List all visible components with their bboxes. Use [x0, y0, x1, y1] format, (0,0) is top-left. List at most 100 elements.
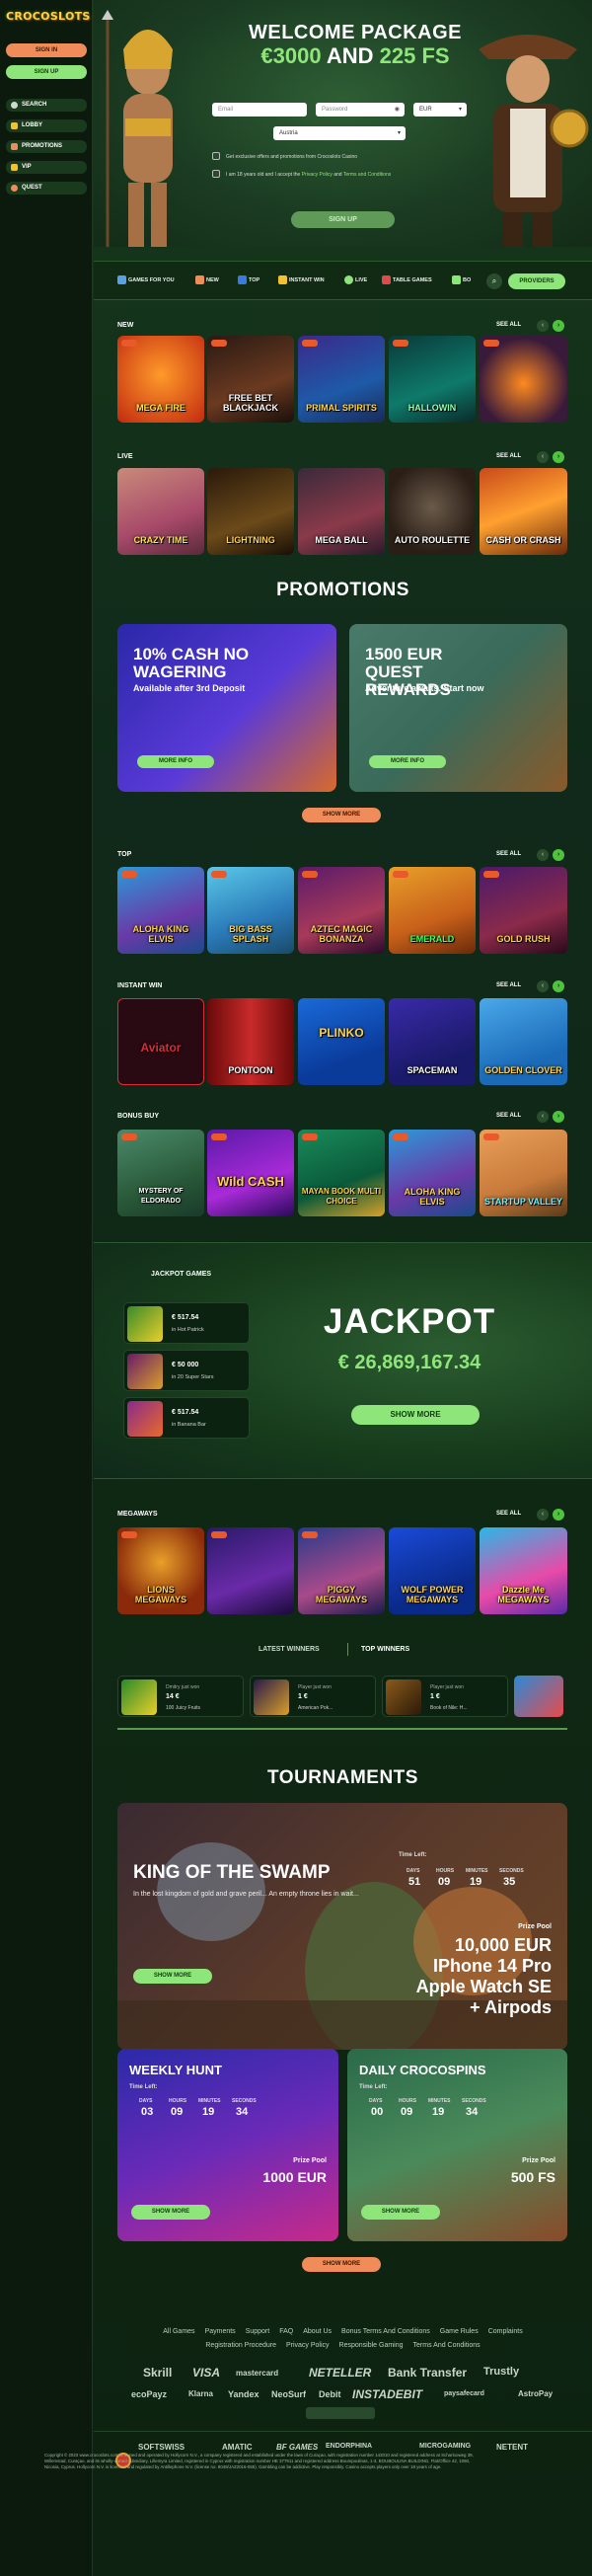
game-tile-pontoon[interactable]: PONTOON	[207, 998, 294, 1085]
game-tile-aloha-king-elvis[interactable]: ALOHA KING ELVIS	[117, 867, 204, 954]
sign-in-button[interactable]: SIGN IN	[6, 43, 87, 57]
chevron-left-icon[interactable]: ‹	[537, 849, 549, 861]
winner-card[interactable]: Player just won 1 € American Pok...	[250, 1676, 376, 1717]
tournament-show-more-button[interactable]: SHOW MORE	[361, 2205, 440, 2220]
game-tile-crazy-time[interactable]: CRAZY TIME	[117, 468, 204, 555]
game-tile-pumpkin[interactable]	[480, 336, 567, 423]
sign-up-button[interactable]: SIGN UP	[6, 65, 87, 79]
winner-card[interactable]: Dmitry just won 14 € 100 Juicy Fruits	[117, 1676, 244, 1717]
category-games-for-you[interactable]: GAMES FOR YOU	[117, 275, 175, 284]
terms-link[interactable]: Terms and Conditions	[343, 172, 391, 178]
see-all-link[interactable]: SEE ALL	[496, 1511, 521, 1517]
game-tile-dazzle-me-megaways[interactable]: Dazzle Me MEGAWAYS	[480, 1527, 567, 1614]
tournament-show-more-button[interactable]: SHOW MORE	[133, 1969, 212, 1984]
footer-link[interactable]: Responsible Gaming	[339, 2342, 404, 2349]
email-field[interactable]: Email	[212, 103, 307, 117]
winner-card[interactable]: Player just won 1 € Book of Nile: H...	[382, 1676, 508, 1717]
jackpot-game-item[interactable]: € 517.54 in Banana Bar	[123, 1397, 250, 1439]
game-tile-cash-or-crash[interactable]: CASH OR CRASH	[480, 468, 567, 555]
game-tile-free-bet-blackjack[interactable]: FREE BET BLACKJACK	[207, 336, 294, 423]
hero-sign-up-button[interactable]: SIGN UP	[291, 211, 395, 228]
game-tile-emerald[interactable]: EMERALD	[389, 867, 476, 954]
game-tile-primal-spirits[interactable]: PRIMAL SPIRITS	[298, 336, 385, 423]
game-tile-spaceman[interactable]: SPACEMAN	[389, 998, 476, 1085]
game-tile-startup-valley[interactable]: STARTUP VALLEY	[480, 1130, 567, 1216]
chevron-left-icon[interactable]: ‹	[537, 1111, 549, 1123]
game-tile-hallowin[interactable]: HALLOWIN	[389, 336, 476, 423]
footer-link[interactable]: Bonus Terms And Conditions	[341, 2328, 430, 2335]
game-tile-big-bass-splash[interactable]: BIG BASS SPLASH	[207, 867, 294, 954]
game-tile-mega-ball[interactable]: MEGA BALL	[298, 468, 385, 555]
password-field[interactable]: Password ◉	[316, 103, 405, 117]
category-new[interactable]: NEW	[195, 275, 219, 284]
chevron-left-icon[interactable]: ‹	[537, 451, 549, 463]
jackpot-show-more-button[interactable]: SHOW MORE	[351, 1405, 480, 1425]
see-all-link[interactable]: SEE ALL	[496, 982, 521, 988]
footer-link[interactable]: Registration Procedure	[205, 2342, 276, 2349]
footer-link[interactable]: Complaints	[488, 2328, 523, 2335]
country-select[interactable]: Austria ▾	[273, 126, 406, 140]
category-table-games[interactable]: TABLE GAMES	[382, 275, 432, 284]
see-all-link[interactable]: SEE ALL	[496, 851, 521, 857]
game-tile-aloha-king-elvis-bonus[interactable]: ALOHA KING ELVIS	[389, 1130, 476, 1216]
see-all-link[interactable]: SEE ALL	[496, 453, 521, 459]
chevron-right-icon[interactable]: ›	[553, 1111, 564, 1123]
site-logo[interactable]: CROCOSLOTS	[6, 10, 90, 28]
tab-top-winners[interactable]: TOP WINNERS	[361, 1646, 409, 1653]
tournament-show-more-button[interactable]: SHOW MORE	[131, 2205, 210, 2220]
game-tile-lions-megaways[interactable]: LIONS MEGAWAYS	[117, 1527, 204, 1614]
footer-link[interactable]: About Us	[303, 2328, 332, 2335]
category-live[interactable]: LIVE	[344, 275, 367, 284]
chevron-right-icon[interactable]: ›	[553, 320, 564, 332]
game-tile-lightning[interactable]: LIGHTNING	[207, 468, 294, 555]
see-all-link[interactable]: SEE ALL	[496, 322, 521, 328]
game-tile-golden-clover[interactable]: GOLDEN CLOVER	[480, 998, 567, 1085]
footer-link[interactable]: Terms And Conditions	[413, 2342, 481, 2349]
category-top[interactable]: TOP	[238, 275, 259, 284]
game-tile-mystery-of-eldorado[interactable]: MYSTERY OF ELDORADO	[117, 1130, 204, 1216]
category-bonus[interactable]: BO	[452, 275, 471, 284]
providers-button[interactable]: PROVIDERS	[508, 273, 565, 289]
footer-link[interactable]: Game Rules	[440, 2328, 479, 2335]
sidebar-item-promotions[interactable]: PROMOTIONS	[6, 140, 87, 153]
sidebar-item-vip[interactable]: VIP	[6, 161, 87, 174]
tournaments-show-more-button[interactable]: SHOW MORE	[302, 2257, 381, 2272]
game-tile-piggy-megaways[interactable]: PIGGY MEGAWAYS	[298, 1527, 385, 1614]
chevron-right-icon[interactable]: ›	[553, 451, 564, 463]
search-button[interactable]: ⌕	[486, 273, 502, 289]
sidebar-item-lobby[interactable]: LOBBY	[6, 119, 87, 132]
game-tile-gold-rush[interactable]: GOLD RUSH	[480, 867, 567, 954]
game-tile-auto-roulette[interactable]: AUTO ROULETTE	[389, 468, 476, 555]
winners-scrollbar[interactable]	[117, 1728, 567, 1730]
footer-link[interactable]: FAQ	[279, 2328, 293, 2335]
footer-link[interactable]: Support	[246, 2328, 270, 2335]
game-tile-mega-fire[interactable]: MEGA FIRE	[117, 336, 204, 423]
chevron-left-icon[interactable]: ‹	[537, 1509, 549, 1521]
jackpot-game-item[interactable]: € 50 000 in 20 Super Stars	[123, 1350, 250, 1391]
age-terms-checkbox[interactable]	[212, 170, 220, 178]
promo-more-info-button[interactable]: MORE INFO	[369, 755, 446, 768]
category-instant-win[interactable]: INSTANT WIN	[278, 275, 325, 284]
chevron-right-icon[interactable]: ›	[553, 980, 564, 992]
sidebar-item-quest[interactable]: QUEST	[6, 182, 87, 195]
privacy-policy-link[interactable]: Privacy Policy	[302, 172, 333, 178]
chevron-right-icon[interactable]: ›	[553, 1509, 564, 1521]
game-tile-megaways-2[interactable]	[207, 1527, 294, 1614]
game-tile-wolf-power-megaways[interactable]: WOLF POWER MEGAWAYS	[389, 1527, 476, 1614]
tab-latest-winners[interactable]: LATEST WINNERS	[259, 1646, 320, 1653]
winner-card-partial[interactable]	[514, 1676, 563, 1717]
game-tile-plinko[interactable]: PLINKO	[298, 998, 385, 1085]
promo-more-info-button[interactable]: MORE INFO	[137, 755, 214, 768]
chevron-right-icon[interactable]: ›	[553, 849, 564, 861]
offers-checkbox[interactable]	[212, 152, 220, 160]
eye-icon[interactable]: ◉	[395, 103, 400, 117]
chevron-left-icon[interactable]: ‹	[537, 320, 549, 332]
game-tile-mayan-book[interactable]: MAYAN BOOK MULTI CHOICE	[298, 1130, 385, 1216]
game-tile-aztec-magic-bonanza[interactable]: AZTEC MAGIC BONANZA	[298, 867, 385, 954]
footer-link[interactable]: Privacy Policy	[286, 2342, 330, 2349]
footer-link[interactable]: Payments	[205, 2328, 236, 2335]
jackpot-game-item[interactable]: € 517.54 in Hot Patrick	[123, 1302, 250, 1344]
currency-select[interactable]: EUR ▾	[413, 103, 467, 117]
footer-link[interactable]: All Games	[163, 2328, 194, 2335]
game-tile-aviator[interactable]: Aviator	[117, 998, 204, 1085]
